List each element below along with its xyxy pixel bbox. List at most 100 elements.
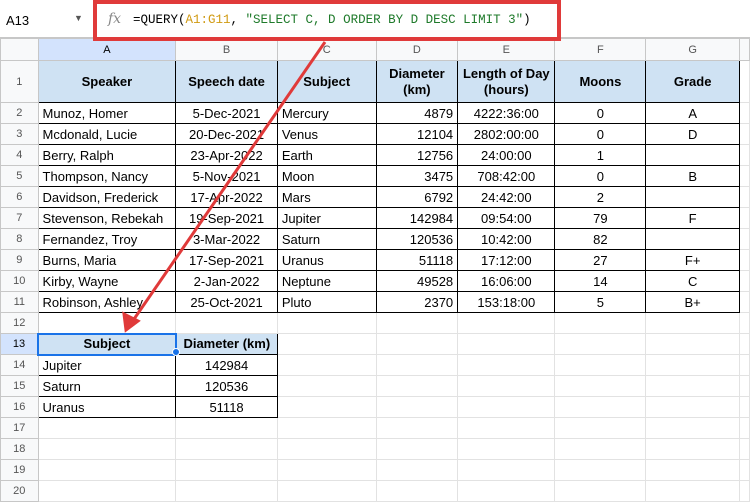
cell[interactable]: 51118 — [375, 249, 459, 271]
cell[interactable] — [554, 375, 647, 397]
cell[interactable] — [645, 144, 740, 166]
header-cell[interactable]: Speaker — [37, 60, 177, 103]
cell[interactable]: Uranus — [276, 249, 377, 271]
header-cell[interactable]: Length of Day (hours) — [457, 60, 556, 103]
cell[interactable]: 6792 — [375, 186, 459, 208]
column-header-C[interactable]: C — [276, 38, 377, 61]
cell[interactable]: B — [645, 165, 740, 187]
row-header[interactable]: 11 — [0, 291, 39, 313]
spreadsheet-grid[interactable]: A B C D E F G 1 Speaker Speech date Subject Diamete… — [0, 38, 750, 502]
cell[interactable]: Moon — [276, 165, 377, 187]
cell[interactable] — [175, 438, 278, 460]
cell[interactable]: 4222:36:00 — [457, 102, 556, 124]
cell[interactable]: 23-Apr-2022 — [175, 144, 278, 166]
cell[interactable]: 25-Oct-2021 — [175, 291, 278, 313]
cell[interactable]: Venus — [276, 123, 377, 145]
cell[interactable] — [276, 396, 377, 418]
cell[interactable]: 79 — [554, 207, 647, 229]
result-cell[interactable]: 142984 — [175, 354, 278, 376]
cell[interactable] — [375, 312, 459, 334]
cell[interactable]: 16:06:00 — [457, 270, 556, 292]
column-header-A[interactable]: A — [37, 38, 177, 61]
cell[interactable] — [554, 396, 647, 418]
header-cell[interactable]: Moons — [554, 60, 647, 103]
row-header[interactable]: 15 — [0, 375, 39, 397]
cell[interactable]: 3475 — [375, 165, 459, 187]
cell[interactable]: 49528 — [375, 270, 459, 292]
row-header[interactable]: 8 — [0, 228, 39, 250]
cell[interactable] — [645, 459, 740, 481]
result-cell[interactable]: 51118 — [175, 396, 278, 418]
cell[interactable] — [375, 396, 459, 418]
cell[interactable] — [375, 354, 459, 376]
cell[interactable] — [645, 417, 740, 439]
cell[interactable] — [175, 480, 278, 502]
cell[interactable] — [554, 480, 647, 502]
cell[interactable] — [37, 312, 177, 334]
cell[interactable] — [645, 438, 740, 460]
cell[interactable] — [457, 312, 556, 334]
cell[interactable]: 27 — [554, 249, 647, 271]
column-header-G[interactable]: G — [645, 38, 740, 61]
name-box[interactable]: A13 — [6, 13, 29, 28]
result-cell[interactable]: Jupiter — [37, 354, 177, 376]
cell[interactable]: Kirby, Wayne — [37, 270, 177, 292]
row-header[interactable]: 3 — [0, 123, 39, 145]
row-header[interactable]: 2 — [0, 102, 39, 124]
column-header-B[interactable]: B — [175, 38, 278, 61]
select-all-corner[interactable] — [0, 38, 39, 61]
cell[interactable]: C — [645, 270, 740, 292]
cell[interactable]: 09:54:00 — [457, 207, 556, 229]
result-cell[interactable]: Saturn — [37, 375, 177, 397]
cell[interactable]: Earth — [276, 144, 377, 166]
cell[interactable] — [457, 438, 556, 460]
cell[interactable] — [457, 459, 556, 481]
cell[interactable] — [645, 396, 740, 418]
cell[interactable]: 2 — [554, 186, 647, 208]
cell[interactable]: Munoz, Homer — [37, 102, 177, 124]
cell[interactable]: Mcdonald, Lucie — [37, 123, 177, 145]
cell[interactable]: 4879 — [375, 102, 459, 124]
cell[interactable] — [175, 459, 278, 481]
cell[interactable] — [37, 417, 177, 439]
row-header[interactable]: 20 — [0, 480, 39, 502]
cell[interactable]: 1 — [554, 144, 647, 166]
cell[interactable]: B+ — [645, 291, 740, 313]
cell[interactable] — [276, 375, 377, 397]
cell[interactable]: Mercury — [276, 102, 377, 124]
result-header-cell[interactable]: Diameter (km) — [175, 333, 278, 355]
cell[interactable] — [645, 333, 740, 355]
cell[interactable]: 10:42:00 — [457, 228, 556, 250]
cell[interactable]: Mars — [276, 186, 377, 208]
cell[interactable] — [645, 186, 740, 208]
cell[interactable]: 0 — [554, 102, 647, 124]
cell[interactable] — [457, 375, 556, 397]
cell[interactable]: 0 — [554, 165, 647, 187]
cell[interactable]: 2370 — [375, 291, 459, 313]
cell[interactable] — [375, 459, 459, 481]
cell[interactable] — [457, 417, 556, 439]
cell[interactable]: Davidson, Frederick — [37, 186, 177, 208]
row-header[interactable]: 10 — [0, 270, 39, 292]
cell[interactable] — [554, 354, 647, 376]
cell[interactable]: 17:12:00 — [457, 249, 556, 271]
cell[interactable] — [375, 375, 459, 397]
cell[interactable]: Pluto — [276, 291, 377, 313]
cell[interactable]: 19-Sep-2021 — [175, 207, 278, 229]
row-header[interactable]: 9 — [0, 249, 39, 271]
cell[interactable]: D — [645, 123, 740, 145]
cell[interactable] — [645, 354, 740, 376]
cell[interactable] — [645, 480, 740, 502]
cell[interactable]: Jupiter — [276, 207, 377, 229]
row-header[interactable]: 18 — [0, 438, 39, 460]
cell[interactable] — [554, 333, 647, 355]
cell[interactable]: 17-Sep-2021 — [175, 249, 278, 271]
cell[interactable] — [554, 438, 647, 460]
name-box-dropdown-icon[interactable]: ▼ — [74, 13, 83, 23]
result-cell[interactable]: Uranus — [37, 396, 177, 418]
cell[interactable] — [457, 354, 556, 376]
cell[interactable]: 24:42:00 — [457, 186, 556, 208]
cell[interactable] — [276, 438, 377, 460]
cell[interactable] — [175, 312, 278, 334]
cell[interactable]: 708:42:00 — [457, 165, 556, 187]
